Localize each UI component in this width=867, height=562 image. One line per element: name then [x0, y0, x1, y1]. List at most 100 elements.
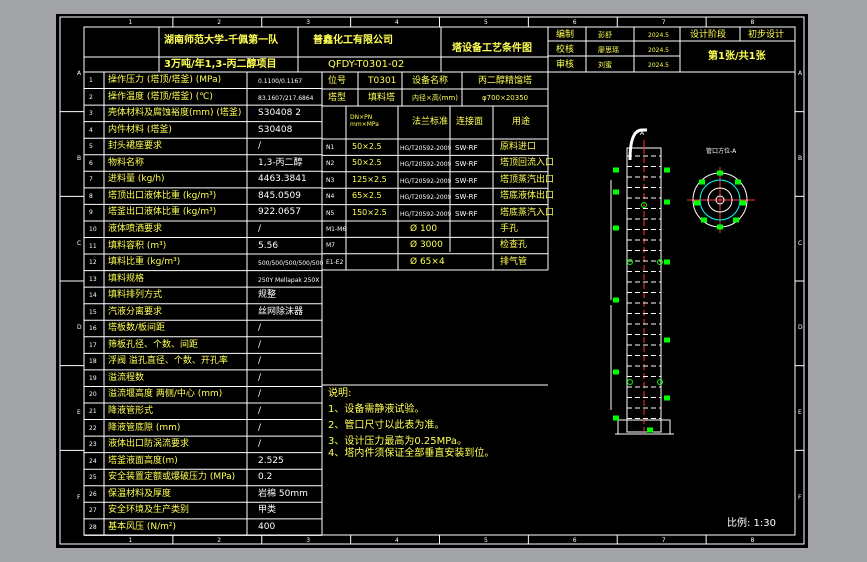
nozzle-size: 65×2.5: [352, 191, 382, 201]
nozzle-standard: HG/T20592-2009: [400, 177, 452, 185]
param-name: 安全环境及生产类别: [108, 505, 190, 516]
param-name: 液体喷洒要求: [108, 223, 163, 234]
grid-row-left: D: [77, 324, 82, 332]
param-name: 溢流程数: [108, 372, 145, 383]
nozzle-standard: HG/T20592-2009: [400, 210, 452, 218]
nozzle-purpose: 检查孔: [500, 240, 528, 251]
nozzle-mark: N1: [326, 144, 335, 151]
param-name: 安全装置定额或爆破压力 (MPa): [108, 472, 236, 483]
stage-label: 设计阶段: [690, 30, 727, 40]
nozzle-standard: Ø 3000: [410, 240, 443, 251]
param-value: /: [258, 356, 262, 367]
param-value: 250Y Mellapak 250X: [258, 276, 320, 284]
param-number: 25: [89, 474, 97, 482]
tag-value: T0301: [368, 76, 397, 86]
grid-column-bottom: 5: [483, 537, 488, 544]
param-value: /: [258, 389, 262, 400]
param-value: 4463.3841: [258, 174, 307, 185]
drawing-title: 塔设备工艺条件图: [452, 43, 532, 54]
param-value: 922.0657: [258, 207, 301, 218]
scale-label: 比例: 1:30: [727, 518, 777, 529]
role-date: 2024.5: [648, 47, 669, 54]
param-value: 2.525: [258, 455, 284, 466]
param-name: 溢流堰高度 两侧/中心 (mm): [108, 389, 223, 400]
role-label: 校核: [556, 45, 575, 55]
param-number: 28: [89, 523, 97, 531]
param-number: 8: [89, 192, 93, 200]
param-name: 塔釜出口液体比重 (kg/m³): [108, 207, 217, 218]
view-label: 管口方位-A: [706, 148, 737, 155]
grid-row-left: A: [77, 70, 82, 78]
param-value: 0.2: [258, 472, 273, 483]
grid-column-top: 3: [306, 19, 311, 26]
role-name: 刘蜜: [598, 61, 612, 69]
param-number: 2: [89, 93, 93, 101]
nozzle-size: 150×2.5: [352, 207, 387, 217]
param-name: 操作压力 (塔顶/塔釜) (MPa): [108, 75, 222, 85]
param-value: 丝网除沫器: [258, 306, 304, 317]
param-name: 进料量 (kg/h): [108, 174, 165, 185]
param-number: 3: [89, 110, 93, 118]
nozzle-marker: [664, 259, 670, 265]
sheet-number: 第1张/共1张: [708, 51, 766, 62]
param-name: 基本风压 (N/m²): [108, 521, 177, 532]
university-label: 湖南师范大学-千佩第一队: [164, 35, 279, 46]
grid-row-right: C: [798, 239, 803, 247]
view-marker: A: [640, 130, 645, 137]
nozzle-marker: [647, 427, 653, 433]
grid-column-bottom: 6: [572, 537, 577, 544]
orientation-nozzle-marker: [699, 179, 705, 185]
nozzle-purpose: 排气管: [500, 256, 528, 267]
param-number: 26: [89, 490, 97, 498]
nozzle-face: SW-RF: [455, 160, 478, 169]
note-line: 4、塔内件须保证全部垂直安装到位。: [328, 448, 495, 459]
nozzle-mark: N4: [326, 193, 335, 201]
param-value: 岩棉 50mm: [258, 488, 308, 499]
grid-column-bottom: 7: [661, 537, 666, 544]
nozzle-marker: [613, 415, 619, 421]
param-name: 保温材料及厚度: [108, 488, 172, 499]
nozzle-orientation-view: [687, 167, 755, 233]
nozzle-mark: M7: [326, 242, 335, 250]
nozzle-size: 125×2.5: [352, 174, 387, 184]
param-number: 15: [89, 308, 97, 316]
nozzle-purpose: 原料进口: [500, 142, 537, 152]
param-number: 5: [89, 143, 93, 151]
param-value: /: [258, 141, 262, 152]
grid-column-top: 1: [128, 19, 133, 26]
nozzle-standard: Ø 65×4: [410, 256, 445, 267]
param-name: 填料比重 (kg/m³): [108, 257, 181, 268]
nozzle-face: SW-RF: [455, 144, 478, 152]
grid-row-right: F: [798, 493, 802, 501]
param-value: 规整: [258, 290, 277, 301]
nozzle-face-header: 连接面: [456, 117, 484, 127]
param-value: 83.1607/217.6864: [258, 94, 314, 102]
param-name: 液体出口防涡流要求: [108, 439, 190, 450]
param-value: S30408 2: [258, 108, 301, 119]
nozzle-marker: [613, 167, 619, 173]
param-value: /: [258, 223, 262, 234]
grid-column-top: 7: [661, 19, 666, 26]
param-number: 18: [89, 358, 97, 366]
param-number: 14: [89, 292, 97, 300]
role-label: 编制: [556, 30, 575, 40]
nozzle-marker: [613, 369, 619, 375]
param-name: 填料规格: [108, 273, 145, 284]
param-value: S30408: [258, 124, 293, 135]
column-elevation: [610, 128, 674, 435]
manhole-marker: [627, 379, 633, 385]
manhole-marker: [657, 379, 663, 385]
equipment-value: 丙二醇精馏塔: [478, 76, 533, 86]
role-date: 2024.5: [648, 32, 669, 39]
grid-row-right: E: [798, 409, 802, 416]
grid-row-left: C: [77, 239, 82, 247]
company-label: 普鑫化工有限公司: [313, 35, 393, 46]
orientation-nozzle-marker: [735, 179, 741, 185]
param-name: 降液管底隙 (mm): [108, 422, 181, 433]
param-value: /: [258, 406, 262, 416]
orientation-nozzle-marker: [733, 217, 739, 223]
param-name: 内件材料 (塔釜): [108, 124, 172, 135]
nozzle-purpose: 塔底液体出口: [500, 191, 555, 202]
param-name: 浮阀 溢孔直径、个数、开孔率: [108, 356, 228, 367]
param-name: 汽液分离要求: [108, 306, 163, 317]
